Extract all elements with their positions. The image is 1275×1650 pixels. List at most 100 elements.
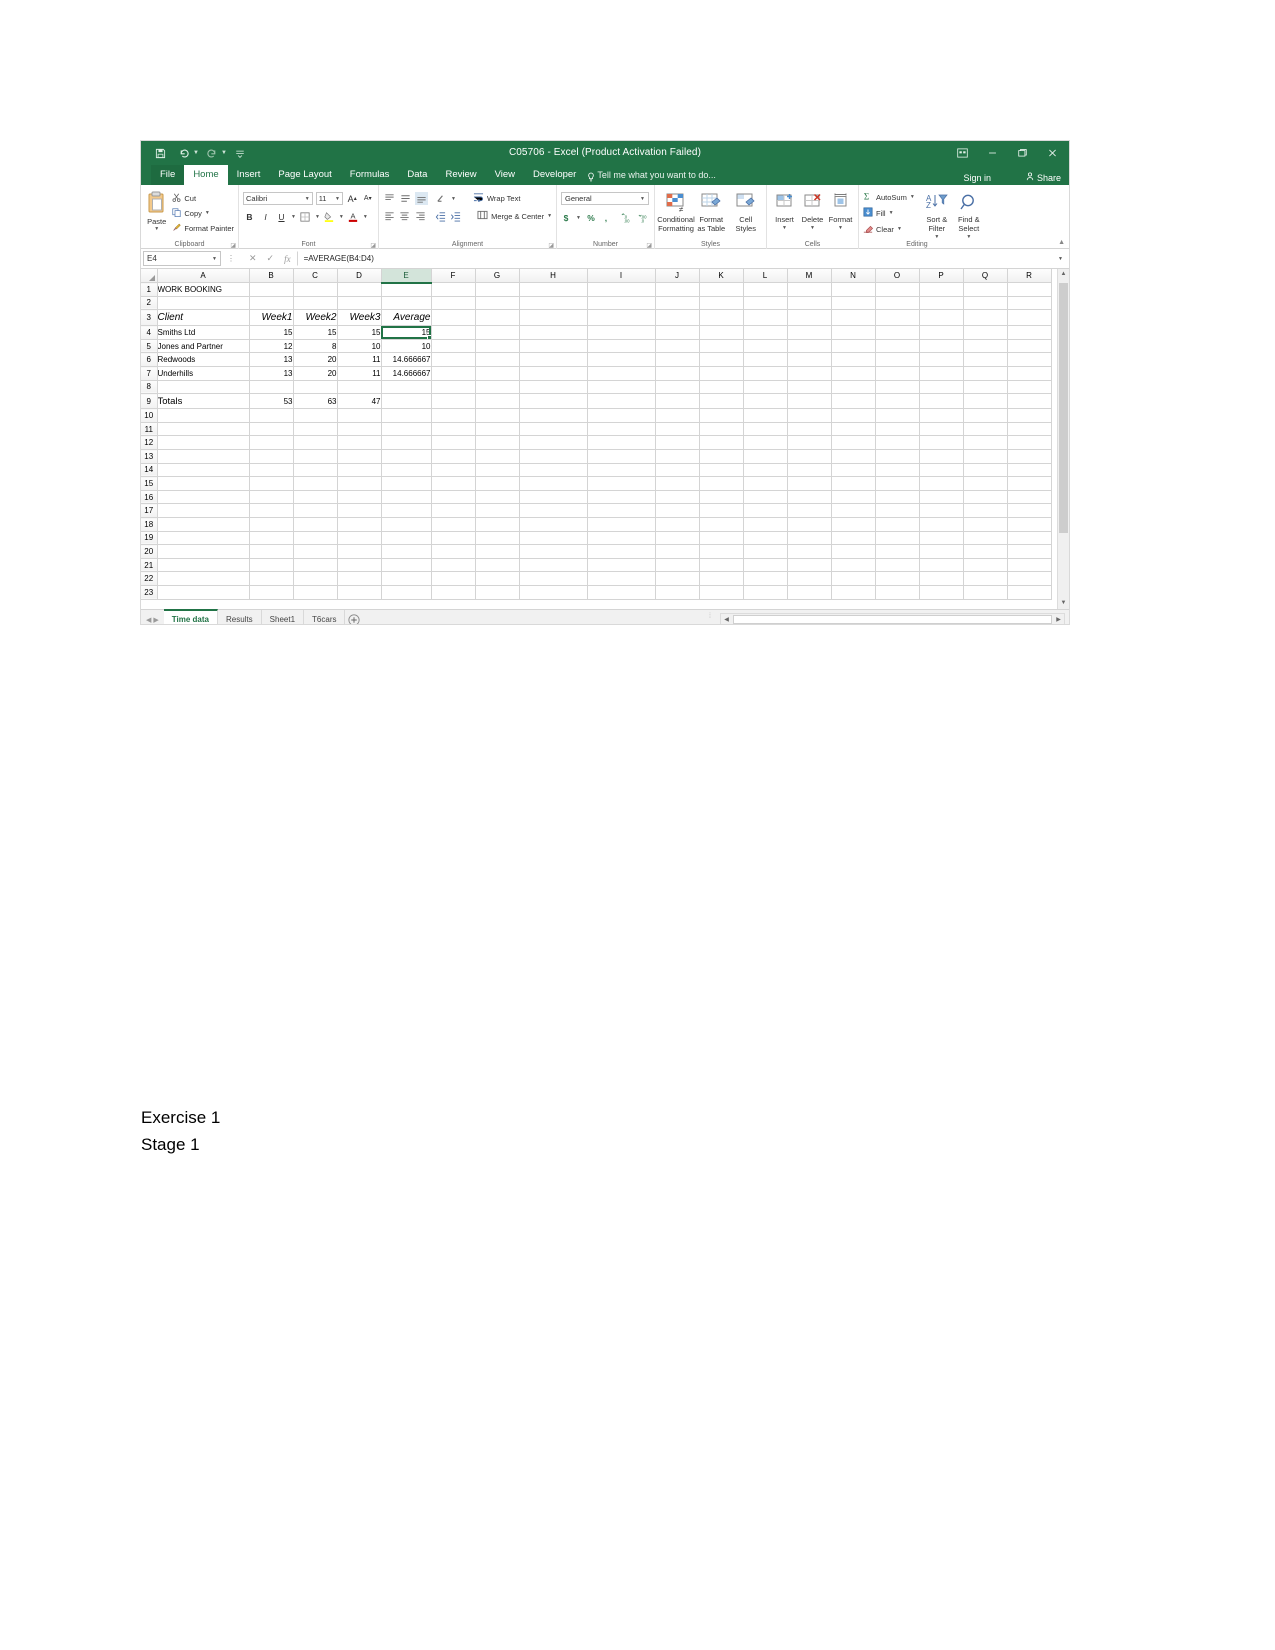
cell-K9[interactable] <box>699 393 744 410</box>
currency-format-button[interactable]: $ <box>561 211 571 224</box>
cell-O5[interactable] <box>875 339 920 354</box>
cell-H20[interactable] <box>519 544 588 559</box>
cell-B8[interactable] <box>249 380 294 395</box>
cell-K7[interactable] <box>699 366 744 381</box>
cell-E22[interactable] <box>381 571 432 586</box>
cell-L16[interactable] <box>743 490 788 505</box>
font-size-combobox[interactable]: 11 ▼ <box>315 192 343 205</box>
cell-P15[interactable] <box>919 476 964 491</box>
cell-M21[interactable] <box>787 558 832 573</box>
col-header-P[interactable]: P <box>919 269 964 284</box>
cell-H12[interactable] <box>519 435 588 451</box>
cell-O19[interactable] <box>875 531 920 546</box>
cell-L5[interactable] <box>743 339 788 354</box>
cell-E23[interactable] <box>381 585 432 600</box>
row-header-17[interactable]: 17 <box>141 503 158 518</box>
cell-P5[interactable] <box>919 339 964 354</box>
increase-decimal-button[interactable]: .0.00 <box>621 211 633 224</box>
cell-Q8[interactable] <box>963 380 1008 395</box>
col-header-Q[interactable]: Q <box>963 269 1008 284</box>
currency-dropdown-icon[interactable]: ▼ <box>576 215 581 221</box>
font-dialog-launcher-icon[interactable]: ◪ <box>370 242 376 249</box>
cell-J3[interactable] <box>655 309 700 327</box>
cell-G11[interactable] <box>475 422 520 437</box>
cell-L11[interactable] <box>743 422 788 437</box>
tab-split-handle[interactable]: ⁞ <box>709 613 713 624</box>
cell-G6[interactable] <box>475 352 520 368</box>
comma-format-button[interactable]: , <box>601 211 611 224</box>
cell-Q18[interactable] <box>963 517 1008 532</box>
row-header-23[interactable]: 23 <box>141 585 158 600</box>
row-header-11[interactable]: 11 <box>141 422 158 437</box>
cell-A17[interactable] <box>157 503 250 518</box>
wrap-text-button[interactable]: Wrap Text <box>473 192 520 205</box>
cell-L9[interactable] <box>743 393 788 410</box>
cell-A2[interactable] <box>157 296 250 311</box>
cell-O23[interactable] <box>875 585 920 600</box>
cell-K16[interactable] <box>699 490 744 505</box>
cell-E8[interactable] <box>381 380 432 395</box>
col-header-R[interactable]: R <box>1007 269 1052 284</box>
fill-button[interactable]: Fill ▼ <box>863 207 915 220</box>
cell-E18[interactable] <box>381 517 432 532</box>
cell-B14[interactable] <box>249 463 294 478</box>
insert-function-button[interactable]: fx <box>284 254 291 264</box>
alignment-dialog-launcher-icon[interactable]: ◪ <box>548 242 554 249</box>
cell-J7[interactable] <box>655 366 700 381</box>
cell-E21[interactable] <box>381 558 432 573</box>
underline-dropdown-icon[interactable]: ▼ <box>291 214 296 220</box>
cell-C1[interactable] <box>293 282 338 297</box>
cell-J19[interactable] <box>655 531 700 546</box>
cell-F21[interactable] <box>431 558 476 573</box>
cell-M20[interactable] <box>787 544 832 559</box>
cell-L14[interactable] <box>743 463 788 478</box>
format-cells-button[interactable]: Format ▼ <box>827 191 854 233</box>
cell-H10[interactable] <box>519 408 588 423</box>
horizontal-scroll-thumb[interactable] <box>733 615 1052 624</box>
cell-C14[interactable] <box>293 463 338 478</box>
cell-R9[interactable] <box>1007 393 1052 410</box>
cell-F19[interactable] <box>431 531 476 546</box>
cell-Q13[interactable] <box>963 449 1008 464</box>
sheet-nav-buttons[interactable]: ◀ ▶ <box>141 616 164 624</box>
cell-C16[interactable] <box>293 490 338 505</box>
cell-Q19[interactable] <box>963 531 1008 546</box>
cell-B9[interactable]: 53 <box>249 393 294 410</box>
cell-J20[interactable] <box>655 544 700 559</box>
cell-F2[interactable] <box>431 296 476 311</box>
fill-color-dropdown-icon[interactable]: ▼ <box>339 214 344 220</box>
paste-button[interactable]: Paste ▼ <box>145 190 168 235</box>
cell-O4[interactable] <box>875 325 920 340</box>
cell-N23[interactable] <box>831 585 876 600</box>
sheet-tab-sheet1[interactable]: Sheet1 <box>262 610 305 624</box>
cell-P2[interactable] <box>919 296 964 311</box>
cell-N4[interactable] <box>831 325 876 340</box>
cell-R6[interactable] <box>1007 352 1052 368</box>
row-header-4[interactable]: 4 <box>141 325 158 340</box>
cell-I17[interactable] <box>587 503 656 518</box>
cell-E3[interactable]: Average <box>381 309 432 327</box>
cell-E17[interactable] <box>381 503 432 518</box>
cell-O7[interactable] <box>875 366 920 381</box>
cell-Q6[interactable] <box>963 352 1008 368</box>
cell-N14[interactable] <box>831 463 876 478</box>
cell-C2[interactable] <box>293 296 338 311</box>
cell-R17[interactable] <box>1007 503 1052 518</box>
cell-P14[interactable] <box>919 463 964 478</box>
cell-I7[interactable] <box>587 366 656 381</box>
paste-dropdown-icon[interactable]: ▼ <box>145 226 168 232</box>
cell-M17[interactable] <box>787 503 832 518</box>
cell-R10[interactable] <box>1007 408 1052 423</box>
cell-F22[interactable] <box>431 571 476 586</box>
cell-J9[interactable] <box>655 393 700 410</box>
cell-A15[interactable] <box>157 476 250 491</box>
row-header-6[interactable]: 6 <box>141 352 158 368</box>
cell-P16[interactable] <box>919 490 964 505</box>
cell-D12[interactable] <box>337 435 382 451</box>
cell-L18[interactable] <box>743 517 788 532</box>
cell-Q15[interactable] <box>963 476 1008 491</box>
cell-P11[interactable] <box>919 422 964 437</box>
cell-P1[interactable] <box>919 282 964 297</box>
cell-B12[interactable] <box>249 435 294 451</box>
sheet-tab-results[interactable]: Results <box>218 610 262 624</box>
